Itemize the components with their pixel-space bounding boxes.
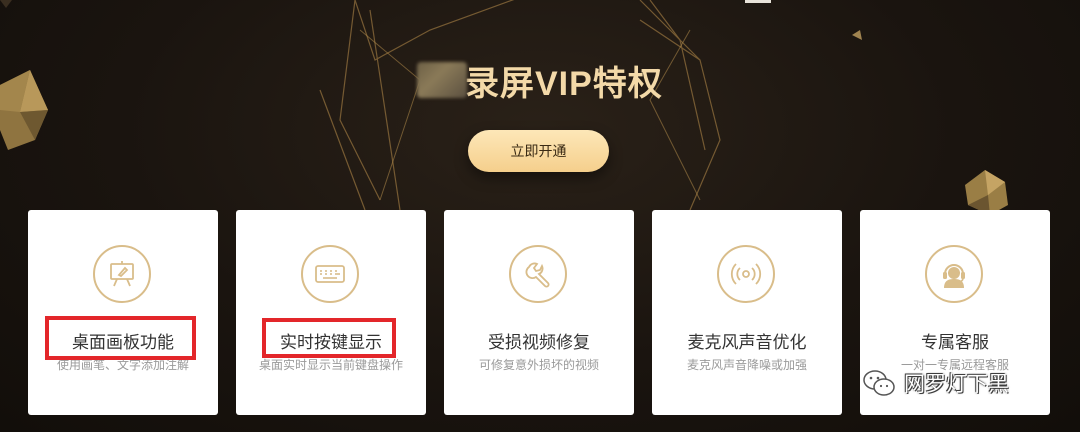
feature-card-video-repair[interactable]: 受损视频修复 可修复意外损坏的视频 — [444, 210, 634, 415]
headset-agent-icon — [925, 245, 983, 303]
watermark: 网罗灯下黑 — [862, 366, 1009, 400]
feature-card-mic-optimize[interactable]: 麦克风声音优化 麦克风声音降噪或加强 — [652, 210, 842, 415]
keyboard-icon — [301, 245, 359, 303]
highlight-box-key-display — [262, 318, 396, 358]
feature-title: 麦克风声音优化 — [687, 333, 807, 352]
watermark-text: 网罗灯下黑 — [904, 372, 1009, 396]
easel-pen-icon — [93, 245, 151, 303]
feature-card-key-display[interactable]: 实时按键显示 桌面实时显示当前键盘操作 — [236, 210, 426, 415]
feature-desc: 桌面实时显示当前键盘操作 — [258, 358, 403, 372]
feature-card-drawing-board[interactable]: 桌面画板功能 使用画笔、文字添加注解 — [28, 210, 218, 415]
feature-desc: 可修复意外损坏的视频 — [478, 358, 599, 372]
wechat-icon — [863, 370, 895, 396]
broadcast-icon — [717, 245, 775, 303]
highlight-box-drawing-board — [45, 316, 196, 360]
feature-title: 专属客服 — [921, 333, 989, 352]
feature-desc: 麦克风声音降噪或加强 — [686, 358, 807, 372]
wrench-icon — [509, 245, 567, 303]
feature-title: 受损视频修复 — [488, 333, 590, 352]
